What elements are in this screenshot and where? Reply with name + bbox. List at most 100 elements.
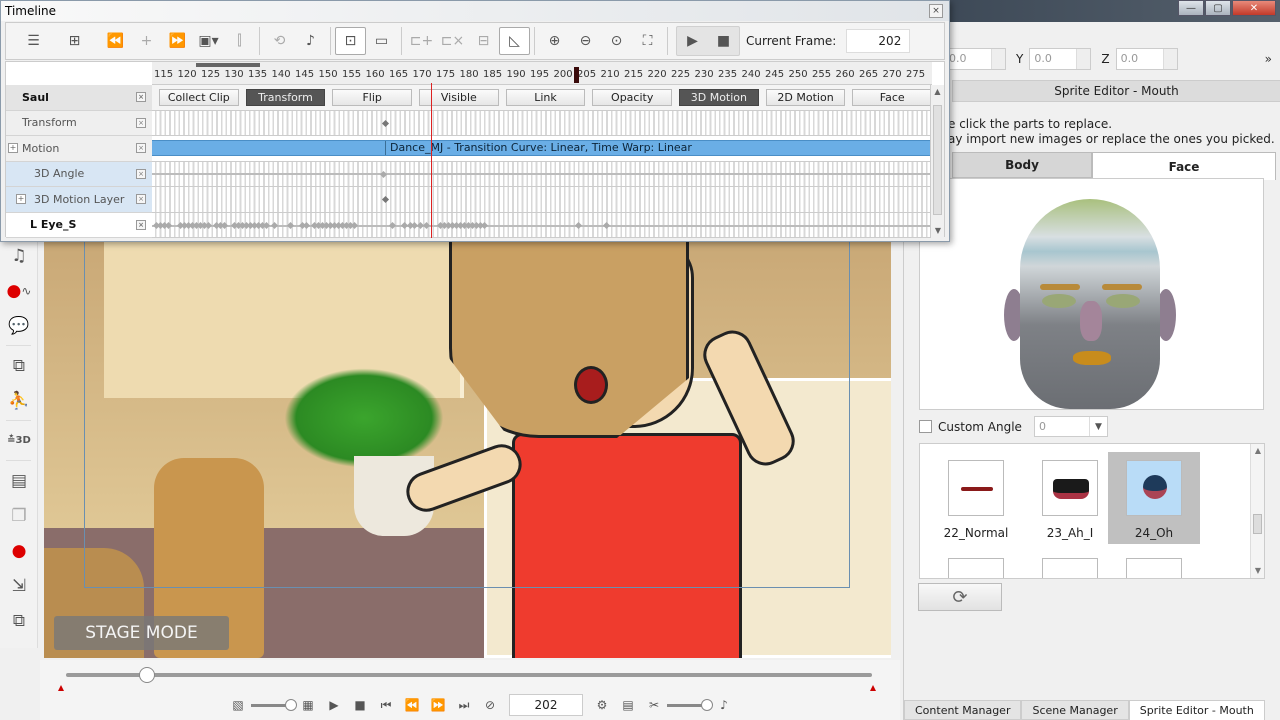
zoom-in-icon[interactable]: ⊕ — [539, 27, 570, 55]
face-brow-left[interactable] — [1040, 284, 1080, 290]
tab-content-manager[interactable]: Content Manager — [904, 700, 1022, 720]
close-track-icon[interactable]: × — [136, 92, 146, 103]
close-track-icon[interactable]: × — [136, 168, 146, 179]
pick-icon[interactable]: ⇲ — [0, 568, 38, 603]
camera-layer-icon[interactable]: ⧉ — [0, 348, 38, 383]
stage-viewport[interactable]: STAGE MODE — [44, 238, 891, 658]
tab-scene-manager[interactable]: Scene Manager — [1021, 700, 1129, 720]
close-track-icon[interactable]: × — [136, 143, 146, 154]
scroll-down-icon[interactable]: ▼ — [1251, 564, 1264, 578]
3d-motion-icon[interactable]: ≛3D — [0, 423, 38, 458]
prev-frame-button[interactable]: ⏪ — [399, 694, 425, 716]
scroll-thumb[interactable] — [933, 105, 942, 215]
channel-button-link[interactable]: Link — [505, 88, 586, 106]
track-lane-l-eye-s[interactable] — [152, 212, 932, 238]
split-icon[interactable]: ⫿ — [224, 27, 255, 55]
scroll-thumb[interactable] — [1253, 514, 1262, 534]
channel-button-collect-clip[interactable]: Collect Clip — [159, 88, 239, 106]
face-preview[interactable] — [919, 178, 1264, 410]
custom-angle-checkbox[interactable] — [919, 420, 932, 433]
tab-sprite-editor[interactable]: Sprite Editor - Mouth — [1128, 700, 1265, 720]
play-button[interactable]: ▶ — [321, 694, 347, 716]
x-input[interactable]: 0.0 — [944, 48, 1006, 70]
break-clip-icon[interactable]: ⊟ — [468, 27, 499, 55]
first-frame-button[interactable]: ⏮ — [373, 694, 399, 716]
keyframe[interactable] — [164, 221, 173, 229]
x-spinner[interactable] — [991, 49, 1005, 69]
keyframe[interactable] — [381, 195, 390, 204]
timeline-play-button[interactable]: ▶ — [677, 27, 708, 55]
expand-icon[interactable]: + — [8, 143, 18, 154]
scroll-down-icon[interactable]: ▼ — [931, 224, 945, 238]
y-input[interactable]: 0.0 — [1029, 48, 1092, 70]
range-end-marker[interactable] — [870, 685, 876, 691]
sprite-item-selected[interactable]: 24_Oh — [1108, 452, 1200, 544]
refresh-button[interactable]: ⟳ — [918, 583, 1002, 611]
close-track-icon[interactable]: × — [136, 194, 146, 205]
tab-face[interactable]: Face — [1092, 152, 1276, 180]
music-icon[interactable]: ♪ — [295, 27, 326, 55]
keyframe[interactable] — [602, 221, 611, 229]
close-track-icon[interactable]: × — [136, 219, 146, 230]
track-lane-3d-motion-layer[interactable] — [152, 187, 932, 213]
insert-frame-icon[interactable]: ⊡ — [335, 27, 366, 55]
sprite-list-scrollbar[interactable]: ▲ ▼ — [1250, 444, 1264, 578]
record-voice-icon[interactable]: ● ∿ — [0, 273, 38, 308]
track-l-eye-s[interactable]: L Eye_S × — [6, 212, 152, 238]
timeline-stop-button[interactable]: ■ — [708, 27, 739, 55]
y-spinner[interactable] — [1076, 49, 1091, 69]
keyframe[interactable] — [204, 221, 213, 229]
stop-button[interactable]: ■ — [347, 694, 373, 716]
music-icon[interactable]: ♫ — [0, 238, 38, 273]
display-icon[interactable]: ▤ — [615, 694, 641, 716]
record-motion-icon[interactable]: ● — [0, 533, 38, 568]
quality-slider[interactable] — [251, 694, 297, 716]
timeline-scrollbar[interactable]: ▲ ▼ — [930, 85, 944, 238]
track-lane-3d-angle[interactable] — [152, 161, 932, 187]
channel-button-face[interactable]: Face — [852, 88, 933, 106]
next-frame-button[interactable]: ⏩ — [425, 694, 451, 716]
keyframe[interactable] — [220, 221, 229, 229]
scroll-up-icon[interactable]: ▲ — [1251, 444, 1264, 458]
loop-toggle-icon[interactable]: ⊘ — [477, 694, 503, 716]
sprite-item[interactable] — [1024, 550, 1116, 578]
track-motion[interactable]: + Motion × — [6, 136, 152, 162]
loop-icon[interactable]: ⟲ — [264, 27, 295, 55]
frame-input[interactable]: 202 — [509, 694, 583, 716]
face-brow-right[interactable] — [1102, 284, 1142, 290]
dialog-icon[interactable]: 💬 — [0, 308, 38, 343]
channel-button-flip[interactable]: Flip — [332, 88, 413, 106]
next-key-icon[interactable]: ⏩ — [162, 27, 193, 55]
z-spinner[interactable] — [1162, 49, 1177, 69]
keyframe[interactable] — [270, 221, 279, 229]
prev-key-icon[interactable]: ⏪ — [100, 27, 131, 55]
volume-slider[interactable] — [667, 694, 713, 716]
keyframe[interactable] — [350, 221, 359, 229]
close-window-button[interactable]: ✕ — [1232, 0, 1276, 16]
transition-curve-icon[interactable]: ◺ — [499, 27, 530, 55]
fullscreen-icon[interactable]: ⛶ — [632, 27, 663, 55]
insert-clip-icon[interactable]: ⊏+ — [406, 27, 437, 55]
face-nose[interactable] — [1080, 301, 1102, 341]
face-eye-right[interactable] — [1106, 294, 1140, 308]
sprite-item[interactable]: 23_Ah_I — [1024, 452, 1116, 544]
fit-icon[interactable]: ▭ — [366, 27, 397, 55]
track-lane-motion[interactable]: Dance_MJ - Transition Curve: Linear, Tim… — [152, 136, 932, 162]
last-frame-button[interactable]: ⏭ — [451, 694, 477, 716]
mute-icon[interactable]: ✂ — [641, 694, 667, 716]
sprite-item[interactable] — [1108, 550, 1200, 578]
custom-angle-select[interactable]: 0 ▼ — [1033, 416, 1108, 437]
sprite-item[interactable] — [930, 550, 1022, 578]
add-key-icon[interactable]: + — [131, 27, 162, 55]
layers-icon[interactable]: ⧉ — [0, 603, 38, 638]
timeline-close-button[interactable]: × — [929, 4, 943, 18]
chevron-down-icon[interactable]: ▼ — [1088, 417, 1107, 436]
key-options-icon[interactable]: ▣▾ — [193, 27, 224, 55]
scrub-track[interactable] — [66, 673, 872, 677]
maximize-button[interactable]: ▢ — [1205, 0, 1231, 16]
script-icon[interactable]: ▤ — [0, 463, 38, 498]
channel-button-3d-motion[interactable]: 3D Motion — [679, 88, 759, 106]
minimize-button[interactable]: — — [1178, 0, 1204, 16]
character-icon[interactable]: ⛹ — [0, 383, 38, 418]
keyframe[interactable] — [286, 221, 295, 229]
